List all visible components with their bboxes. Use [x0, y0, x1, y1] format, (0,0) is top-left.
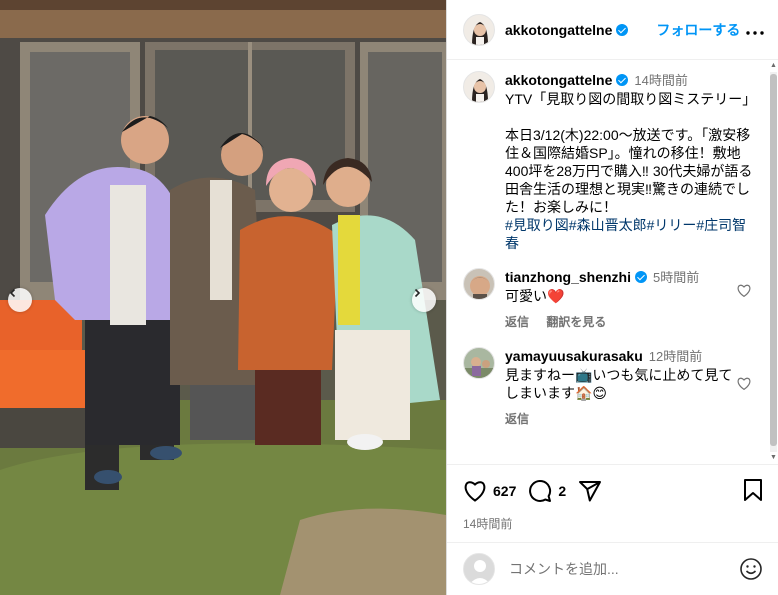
- chevron-left-icon: [9, 288, 16, 298]
- paper-plane-icon: [579, 481, 602, 502]
- commenter-avatar-image: [464, 269, 494, 299]
- comment-bubble-icon: [529, 480, 552, 502]
- heart-icon: [464, 481, 486, 502]
- like-button[interactable]: 627: [463, 480, 516, 502]
- verified-badge-icon: [616, 74, 629, 86]
- post-photo[interactable]: [0, 0, 446, 595]
- comment-text: 可愛い❤️: [505, 288, 565, 304]
- post-timestamp[interactable]: 14時間前: [463, 515, 763, 532]
- comment-time: 12時間前: [648, 349, 703, 364]
- author-avatar[interactable]: [463, 13, 495, 46]
- caption-hashtags[interactable]: #見取り図#森山晋太郎#リリー#庄司智春: [505, 216, 757, 252]
- caption-text: YTV「見取り図の間取り図ミステリー」 本日3/12(木)22:00～放送です。…: [505, 91, 757, 215]
- verified-badge-icon: [616, 23, 629, 36]
- comment-time: 5時間前: [653, 270, 700, 285]
- comments-list[interactable]: akkotongattelne 14時間前 YTV「見取り図の間取り図ミステリー」…: [447, 61, 771, 463]
- comment-like-heart-icon[interactable]: [737, 284, 751, 297]
- scrollbar-thumb[interactable]: [770, 74, 777, 446]
- caption-username[interactable]: akkotongattelne: [505, 72, 612, 88]
- comment-input[interactable]: [509, 561, 709, 577]
- caption-time: 14時間前: [634, 73, 688, 88]
- comment-like-heart-icon[interactable]: [737, 377, 751, 390]
- current-user-avatar: [463, 553, 495, 585]
- scroll-up-arrow-icon[interactable]: ▲: [770, 62, 777, 70]
- post-caption: akkotongattelne 14時間前 YTV「見取り図の間取り図ミステリー」…: [463, 71, 757, 252]
- smiley-icon[interactable]: [739, 557, 763, 581]
- post-side-panel: akkotongattelne フォローする akkotongattelne 14…: [446, 0, 778, 595]
- caption-avatar-image: [464, 72, 494, 102]
- save-button[interactable]: [743, 478, 763, 504]
- carousel-next-button[interactable]: [412, 288, 436, 312]
- comment-username[interactable]: yamayuusakurasaku: [505, 348, 643, 364]
- commenter-avatar[interactable]: [463, 268, 495, 300]
- add-comment-bar: [447, 542, 778, 595]
- author-username[interactable]: akkotongattelne: [505, 22, 612, 38]
- scroll-down-arrow-icon[interactable]: ▼: [770, 454, 777, 462]
- comment-item: tianzhong_shenzhi 5時間前 可愛い❤️ 返信 翻訳を見る: [463, 268, 757, 331]
- carousel-prev-button[interactable]: [8, 288, 32, 312]
- comment-text: 見ますねー📺いつも気に止めて見てしまいます🏠😊: [505, 367, 733, 401]
- default-avatar-icon: [464, 554, 494, 584]
- chevron-right-icon: [414, 288, 421, 298]
- bookmark-icon: [744, 478, 762, 501]
- share-button[interactable]: [578, 479, 602, 503]
- see-translation-button[interactable]: 翻訳を見る: [546, 315, 606, 329]
- reply-button[interactable]: 返信: [505, 412, 529, 426]
- reply-button[interactable]: 返信: [505, 315, 529, 329]
- like-count[interactable]: 627: [493, 483, 516, 499]
- comments-scrollbar[interactable]: ▲ ▼: [770, 62, 777, 462]
- commenter-avatar-image: [464, 348, 494, 378]
- post-actions: 627 2 14時間前: [447, 464, 778, 532]
- comment-button[interactable]: 2: [528, 479, 566, 503]
- follow-button[interactable]: フォローする: [656, 20, 740, 40]
- comment-username[interactable]: tianzhong_shenzhi: [505, 269, 631, 285]
- comment-item: yamayuusakurasaku 12時間前 見ますねー📺いつも気に止めて見てし…: [463, 347, 757, 428]
- more-options-icon[interactable]: [746, 19, 764, 40]
- verified-badge-icon: [635, 271, 647, 283]
- caption-avatar[interactable]: [463, 71, 495, 103]
- ellipsis-icon: [746, 31, 764, 35]
- commenter-avatar[interactable]: [463, 347, 495, 379]
- author-avatar-image: [464, 14, 494, 45]
- photo-image: [0, 0, 446, 595]
- post-header: akkotongattelne フォローする: [447, 0, 778, 60]
- comment-count: 2: [558, 483, 567, 499]
